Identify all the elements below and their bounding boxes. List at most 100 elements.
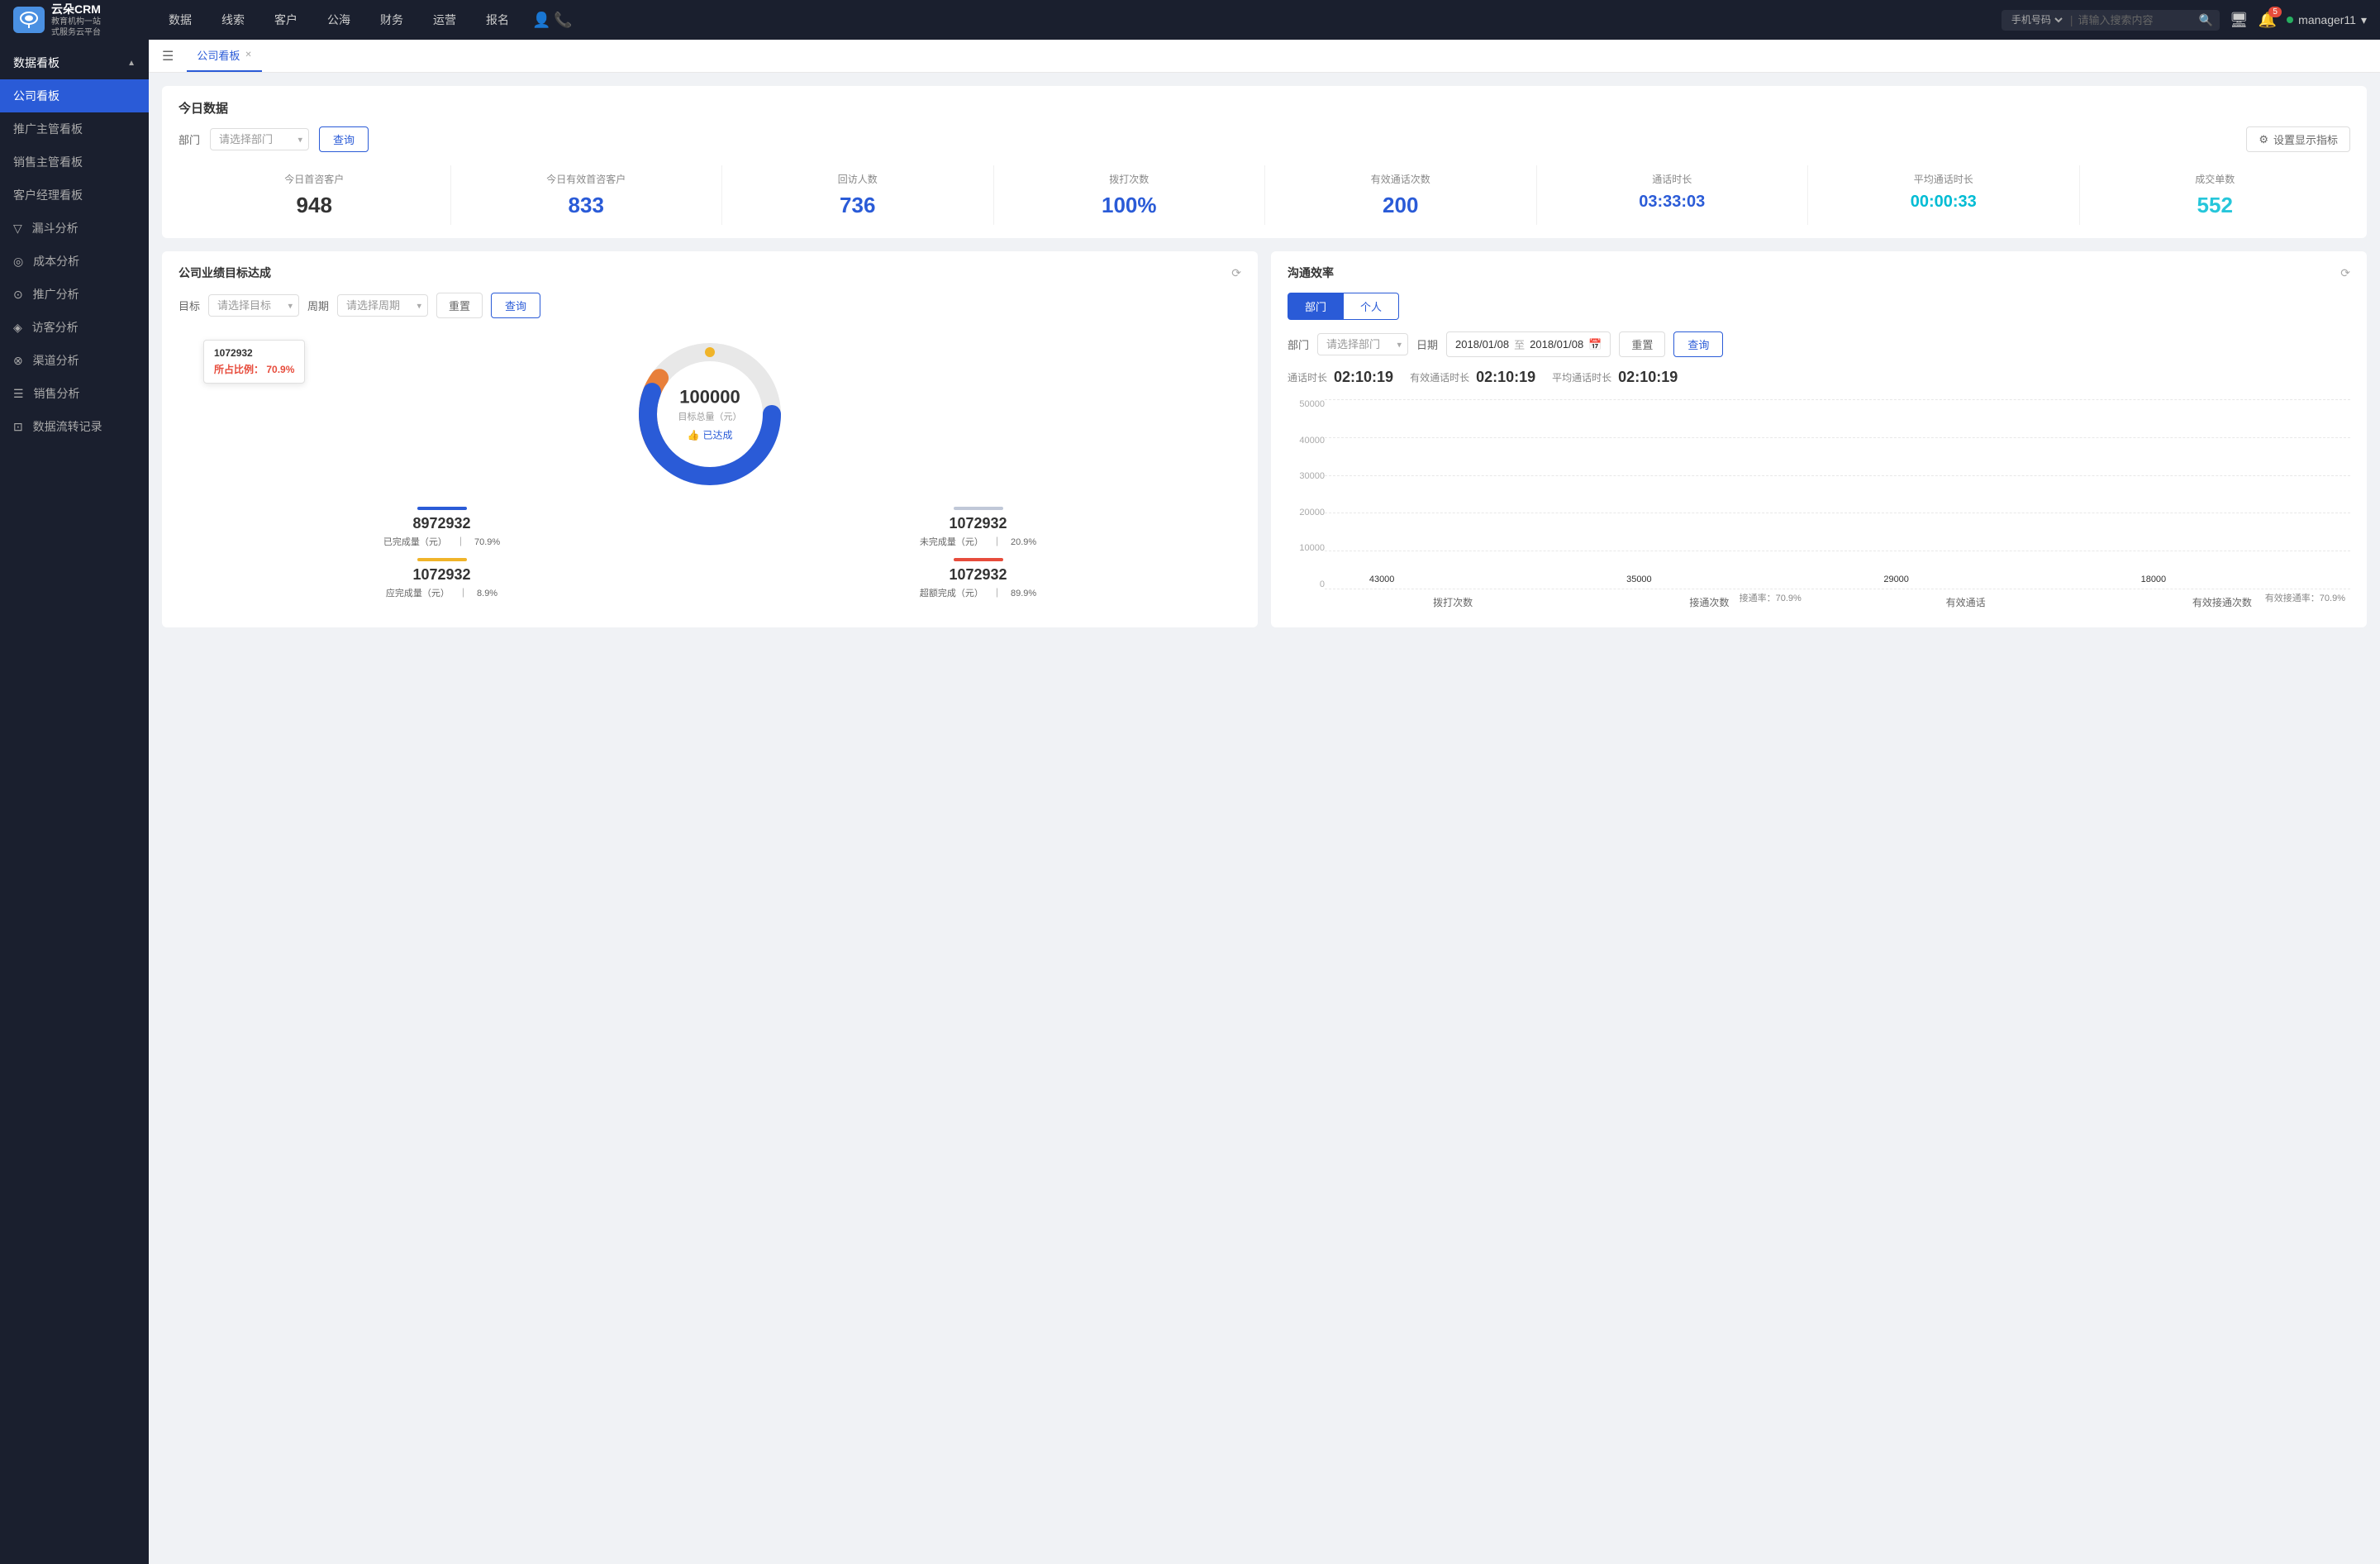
- date-range-input[interactable]: 2018/01/08 至 2018/01/08 📅: [1446, 331, 1611, 357]
- stat-value-0: 948: [182, 193, 447, 218]
- target-label: 目标: [178, 298, 200, 313]
- nav-open-sea[interactable]: 公海: [314, 7, 364, 33]
- comm-reset-button[interactable]: 重置: [1619, 331, 1665, 357]
- period-label: 周期: [307, 298, 329, 313]
- comm-dept-select[interactable]: 请选择部门: [1317, 333, 1408, 355]
- target-stats-bottom: 8972932 已完成量（元） ｜ 70.9% 1072932 未完成量: [178, 507, 1241, 599]
- main-layout: 数据看板 ▲ 公司看板 推广主管看板 销售主管看板 客户经理看板 ▽ 漏斗分析 …: [0, 40, 2380, 1564]
- donut-center-badge: 👍 已达成: [678, 428, 742, 442]
- promo-icon: ⊙: [13, 288, 23, 301]
- cost-icon: ◎: [13, 255, 23, 268]
- y-label-1: 40000: [1288, 436, 1325, 446]
- target-refresh-icon[interactable]: ⟳: [1231, 266, 1241, 280]
- date-to: 2018/01/08: [1530, 338, 1583, 350]
- content-area: ☰ 公司看板 ✕ 今日数据 部门 请选择部门: [149, 40, 2380, 1564]
- stat-label-4: 有效通话次数: [1269, 172, 1533, 186]
- exceed-sub: 超额完成（元） ｜ 89.9%: [715, 586, 1241, 599]
- sidebar-item-cost[interactable]: ◎ 成本分析: [0, 245, 149, 278]
- sales-icon: ☰: [13, 387, 24, 400]
- monitor-icon[interactable]: 🖥: [2230, 12, 2249, 29]
- stat-value-1: 833: [455, 193, 719, 218]
- sidebar-item-promo-mgr[interactable]: 推广主管看板: [0, 112, 149, 145]
- channel-icon: ⊗: [13, 354, 23, 367]
- user-info[interactable]: manager11 ▾: [2287, 13, 2367, 27]
- nav-signup[interactable]: 报名: [473, 7, 522, 33]
- tab-label: 公司看板: [197, 47, 240, 63]
- calendar-icon: 📅: [1588, 338, 1602, 351]
- page-content: 今日数据 部门 请选择部门 查询 ⚙ 设置显示指标: [149, 73, 2380, 1564]
- setting-icon: ⚙: [2259, 133, 2268, 146]
- comm-panel: 沟通效率 ⟳ 部门 个人 部门 请选择部门 日期: [1271, 251, 2367, 627]
- comm-stat-value-2: 02:10:19: [1618, 369, 1678, 386]
- stat-exceed: 1072932 超额完成（元） ｜ 89.9%: [715, 558, 1241, 599]
- search-icon[interactable]: 🔍: [2198, 13, 2212, 27]
- stat-deals: 成交单数 552: [2079, 165, 2351, 225]
- donut-tooltip-pct-value: 70.9%: [266, 364, 294, 375]
- today-query-button[interactable]: 查询: [319, 126, 369, 152]
- user-icon[interactable]: 👤: [532, 12, 550, 29]
- sidebar-item-promo-analysis[interactable]: ⊙ 推广分析: [0, 278, 149, 311]
- comm-query-button[interactable]: 查询: [1673, 331, 1723, 357]
- nav-right: 手机号码 | 🔍 🖥 🔔 5 manager11 ▾: [2002, 10, 2380, 31]
- comm-panel-title: 沟通效率: [1288, 265, 1334, 281]
- notification-icon[interactable]: 🔔 5: [2259, 12, 2277, 29]
- nav-customers[interactable]: 客户: [261, 7, 311, 33]
- y-label-5: 0: [1288, 579, 1325, 589]
- chart-bars: 43000 35000 接通率：70.9%: [1325, 399, 2350, 589]
- target-filter-row: 目标 请选择目标 周期 请选择周期 重置: [178, 293, 1241, 318]
- exceed-value: 1072932: [715, 566, 1241, 584]
- comm-dept-select-wrap: 请选择部门: [1317, 333, 1408, 355]
- tab-company-board[interactable]: 公司看板 ✕: [187, 40, 261, 72]
- logo-text: 云朵CRM 教育机构一站 式服务云平台: [51, 2, 101, 38]
- tab-person-button[interactable]: 个人: [1344, 293, 1399, 320]
- search-input[interactable]: [2078, 14, 2193, 26]
- user-dropdown-icon: ▾: [2361, 13, 2367, 27]
- target-panel: 公司业绩目标达成 ⟳ 目标 请选择目标 周期 请选择: [162, 251, 1258, 627]
- online-dot: [2287, 17, 2293, 23]
- sidebar-item-channel[interactable]: ⊗ 渠道分析: [0, 344, 149, 377]
- comm-stat-value-1: 02:10:19: [1476, 369, 1535, 386]
- dept-select[interactable]: 请选择部门: [210, 128, 309, 150]
- exceed-line: [954, 558, 1003, 561]
- nav-leads[interactable]: 线索: [208, 7, 258, 33]
- tab-close-icon[interactable]: ✕: [245, 50, 251, 60]
- comm-stats-row: 通话时长 02:10:19 有效通话时长 02:10:19 平均通话时长 02:…: [1288, 369, 2350, 386]
- sidebar-item-visitor[interactable]: ◈ 访客分析: [0, 311, 149, 344]
- sidebar-collapse-icon: ▲: [127, 59, 136, 68]
- x-label-3: 有效接通次数: [2094, 589, 2350, 614]
- comm-stat-valid-duration: 有效通话时长 02:10:19: [1410, 369, 1535, 386]
- stat-value-6: 00:00:33: [1811, 193, 2076, 212]
- stat-dial-count: 拨打次数 100%: [993, 165, 1265, 225]
- donut-svg: 100000 目标总量（元） 👍 已达成: [627, 331, 793, 497]
- search-type-select[interactable]: 手机号码: [2008, 13, 2065, 26]
- nav-ops[interactable]: 运营: [420, 7, 469, 33]
- period-select[interactable]: 请选择周期: [337, 294, 428, 317]
- y-label-4: 10000: [1288, 543, 1325, 553]
- target-select[interactable]: 请选择目标: [208, 294, 299, 317]
- sidebar-item-sales-analysis[interactable]: ☰ 销售分析: [0, 377, 149, 410]
- username: manager11: [2298, 13, 2356, 26]
- completed-sub: 已完成量（元） ｜ 70.9%: [178, 535, 705, 548]
- target-query-button[interactable]: 查询: [491, 293, 540, 318]
- nav-links: 数据 线索 客户 公海 财务 运营 报名 👤 📞: [149, 7, 2002, 33]
- tab-dept-button[interactable]: 部门: [1288, 293, 1344, 320]
- phone-icon[interactable]: 📞: [554, 12, 572, 29]
- sidebar-item-sales-mgr[interactable]: 销售主管看板: [0, 145, 149, 179]
- setting-button[interactable]: ⚙ 设置显示指标: [2246, 126, 2350, 152]
- nav-finance[interactable]: 财务: [367, 7, 416, 33]
- sidebar-item-company-board[interactable]: 公司看板: [0, 79, 149, 112]
- stat-label-7: 成交单数: [2083, 172, 2348, 186]
- nav-data[interactable]: 数据: [155, 7, 205, 33]
- target-reset-button[interactable]: 重置: [436, 293, 483, 318]
- comm-refresh-icon[interactable]: ⟳: [2340, 266, 2350, 280]
- stat-valid-first-consult: 今日有效首咨客户 833: [450, 165, 722, 225]
- sidebar-item-data-flow[interactable]: ⊡ 数据流转记录: [0, 410, 149, 443]
- sidebar-item-funnel[interactable]: ▽ 漏斗分析: [0, 212, 149, 245]
- sidebar-section-data-board[interactable]: 数据看板 ▲: [0, 46, 149, 79]
- stats-grid: 今日首咨客户 948 今日有效首咨客户 833 回访人数 736 拨打次数 10…: [178, 165, 2350, 225]
- stat-completed: 8972932 已完成量（元） ｜ 70.9%: [178, 507, 705, 548]
- sidebar-item-customer-mgr[interactable]: 客户经理看板: [0, 179, 149, 212]
- tabs-menu-icon[interactable]: ☰: [162, 48, 174, 64]
- stat-value-2: 736: [726, 193, 990, 218]
- bar-label-3-0: 18000: [2141, 575, 2167, 584]
